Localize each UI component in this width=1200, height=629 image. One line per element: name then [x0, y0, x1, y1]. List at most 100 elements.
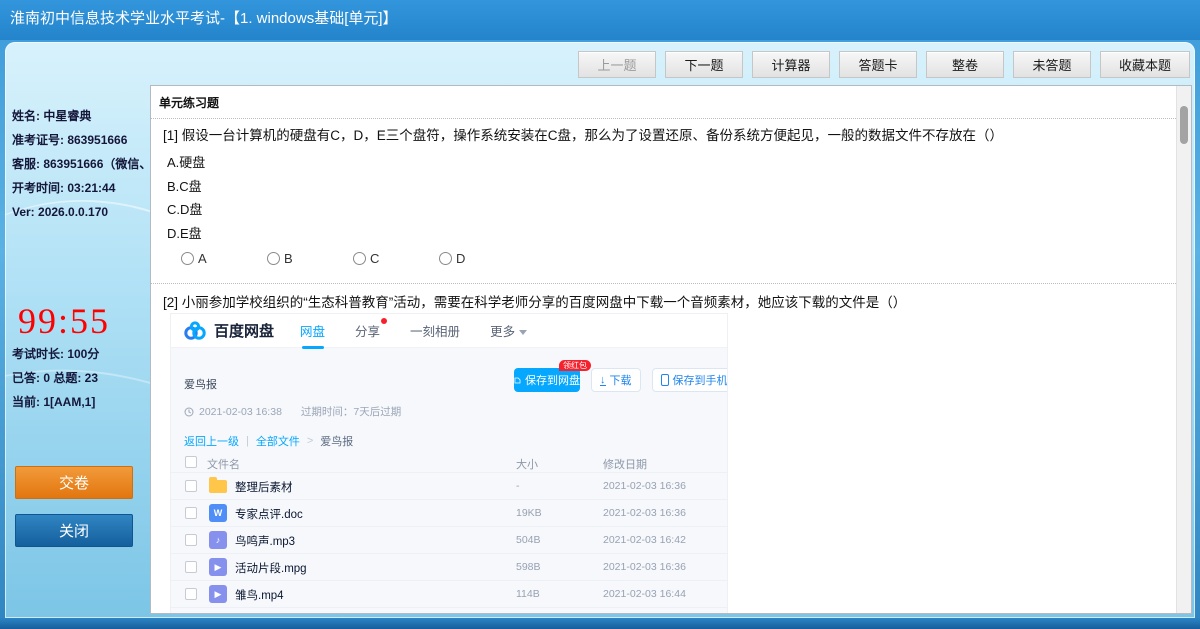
unanswered-button[interactable]: 未答题	[1013, 51, 1091, 78]
file-row-partial	[171, 607, 727, 613]
breadcrumb: 返回上一级 | 全部文件 > 爱鸟报	[184, 433, 353, 449]
share-folder-title: 爱鸟报	[184, 379, 217, 391]
word-doc-icon: W	[209, 504, 227, 522]
file-name: 鸟鸣声.mp3	[235, 536, 296, 548]
question-1-option-d: D.E盘	[167, 226, 202, 241]
file-date: 2021-02-03 16:44	[603, 588, 686, 600]
window-bottom-border	[0, 618, 1200, 629]
question-2-netdisk-screenshot: 百度网盘 网盘 分享 一刻相册 更多 爱鸟报 保存到网盘 领红包 ↓ 下载 保存…	[171, 314, 728, 613]
save-to-phone-label: 保存到手机	[672, 375, 728, 387]
question-toolbar: 上一题 下一题 计算器 答题卡 整卷 未答题 收藏本题	[578, 51, 1190, 78]
whole-paper-button[interactable]: 整卷	[926, 51, 1004, 78]
breadcrumb-separator: >	[306, 435, 314, 447]
file-name: 活动片段.mpg	[235, 563, 307, 575]
column-size: 大小	[516, 459, 538, 471]
share-time: 2021-02-03 16:38	[199, 405, 282, 418]
exam-stats: 考试时长: 100分 已答: 0 总题: 23 当前: 1[AAM,1]	[12, 342, 152, 414]
section-title: 单元练习题	[159, 96, 220, 110]
question-2-text: [2] 小丽参加学校组织的“生态科普教育”活动，需要在科学老师分享的百度网盘中下…	[163, 295, 907, 310]
row-checkbox	[185, 561, 197, 573]
audio-icon: ♪	[209, 531, 227, 549]
panel-scrollbar-track[interactable]	[1176, 86, 1191, 613]
column-date: 修改日期	[603, 459, 647, 471]
radio-label: C	[370, 251, 380, 266]
share-meta-line: 2021-02-03 16:38 过期时间：7天后过期	[184, 404, 401, 419]
row-checkbox	[185, 480, 197, 492]
save-to-phone-button: 保存到手机	[651, 368, 728, 392]
file-list: 整理后素材 - 2021-02-03 16:36 W 专家点评.doc 19KB…	[171, 472, 727, 613]
file-name: 专家点评.doc	[235, 509, 303, 521]
radio-label: A	[198, 251, 207, 266]
radio-label: D	[456, 251, 466, 266]
countdown-timer: 99:55	[18, 301, 111, 341]
window-title: 淮南初中信息技术学业水平考试-【1. windows基础[单元]】	[10, 10, 398, 27]
divider	[151, 283, 1176, 284]
question-1-option-c: C.D盘	[167, 202, 203, 217]
close-button[interactable]: 关闭	[15, 514, 133, 547]
select-all-checkbox	[185, 456, 197, 468]
submit-paper-button[interactable]: 交卷	[15, 466, 133, 499]
file-size: 504B	[516, 534, 541, 546]
radio-circle-icon[interactable]	[267, 252, 280, 265]
save-to-netdisk-button: 保存到网盘 领红包	[514, 360, 591, 392]
clock-icon	[184, 407, 194, 416]
divider	[151, 118, 1176, 119]
exam-app-window: 淮南初中信息技术学业水平考试-【1. windows基础[单元]】 上一题 下一…	[0, 0, 1200, 629]
radio-choice-c[interactable]: C	[353, 251, 406, 266]
exam-duration: 考试时长: 100分	[12, 347, 100, 361]
netdisk-tab-share: 分享	[355, 318, 388, 340]
file-size: -	[516, 480, 520, 492]
netdisk-nav: 网盘 分享 一刻相册 更多	[300, 318, 528, 349]
question-1-option-b: B.C盘	[167, 179, 202, 194]
next-question-button[interactable]: 下一题	[665, 51, 743, 78]
expire-text: 过期时间：7天后过期	[300, 406, 402, 418]
download-button: ↓ 下载	[591, 368, 641, 392]
radio-choice-d[interactable]: D	[439, 251, 492, 266]
answer-radio-group: A B C D	[181, 251, 492, 266]
radio-choice-a[interactable]: A	[181, 251, 234, 266]
netdisk-tab-more-label: 更多	[490, 325, 516, 339]
radio-choice-b[interactable]: B	[267, 251, 320, 266]
video-icon: ▶	[209, 585, 227, 603]
radio-circle-icon[interactable]	[353, 252, 366, 265]
row-checkbox	[185, 588, 197, 600]
admission-number: 准考证号: 863951666	[12, 133, 128, 147]
window-titlebar: 淮南初中信息技术学业水平考试-【1. windows基础[单元]】	[0, 0, 1200, 40]
video-icon: ▶	[209, 558, 227, 576]
radio-circle-icon[interactable]	[181, 252, 194, 265]
panel-scrollbar-thumb[interactable]	[1180, 106, 1188, 144]
radio-circle-icon[interactable]	[439, 252, 452, 265]
file-row: ♪ 鸟鸣声.mp3 504B 2021-02-03 16:42	[171, 526, 727, 553]
download-label: 下载	[609, 375, 632, 387]
file-row: 整理后素材 - 2021-02-03 16:36	[171, 472, 727, 499]
netdisk-tab-album-label: 一刻相册	[410, 325, 461, 339]
share-action-buttons: 保存到网盘 领红包 ↓ 下载 保存到手机	[514, 360, 728, 392]
version-label: Ver: 2026.0.0.170	[12, 205, 109, 219]
prev-question-button[interactable]: 上一题	[578, 51, 656, 78]
file-date: 2021-02-03 16:36	[603, 507, 686, 519]
row-checkbox	[185, 507, 197, 519]
file-date: 2021-02-03 16:36	[603, 480, 686, 492]
file-name: 雏鸟.mp4	[235, 590, 284, 602]
netdisk-tab-share-label: 分享	[355, 325, 381, 339]
file-row: ▶ 活动片段.mpg 598B 2021-02-03 16:36	[171, 553, 727, 580]
file-date: 2021-02-03 16:42	[603, 534, 686, 546]
notification-dot-icon	[381, 318, 388, 324]
answered-total-count: 已答: 0 总题: 23	[12, 371, 99, 385]
file-size: 598B	[516, 561, 541, 573]
row-checkbox	[185, 534, 197, 546]
download-arrow-icon: ↓	[600, 373, 606, 386]
phone-icon	[660, 374, 669, 386]
netdisk-tab-album: 一刻相册	[410, 321, 460, 340]
netdisk-header: 百度网盘 网盘 分享 一刻相册 更多	[171, 314, 727, 349]
question-panel: 单元练习题 [1] 假设一台计算机的硬盘有C，D，E三个盘符，操作系统安装在C盘…	[150, 85, 1192, 614]
file-table-header: 文件名 大小 修改日期	[171, 454, 727, 472]
answer-card-button[interactable]: 答题卡	[839, 51, 917, 78]
active-tab-underline	[302, 346, 325, 349]
file-name: 整理后素材	[235, 482, 293, 494]
save-file-icon	[514, 377, 521, 383]
calculator-button[interactable]: 计算器	[752, 51, 830, 78]
file-row: W 专家点评.doc 19KB 2021-02-03 16:36	[171, 499, 727, 526]
favorite-question-button[interactable]: 收藏本题	[1100, 51, 1190, 78]
folder-icon	[209, 477, 227, 493]
